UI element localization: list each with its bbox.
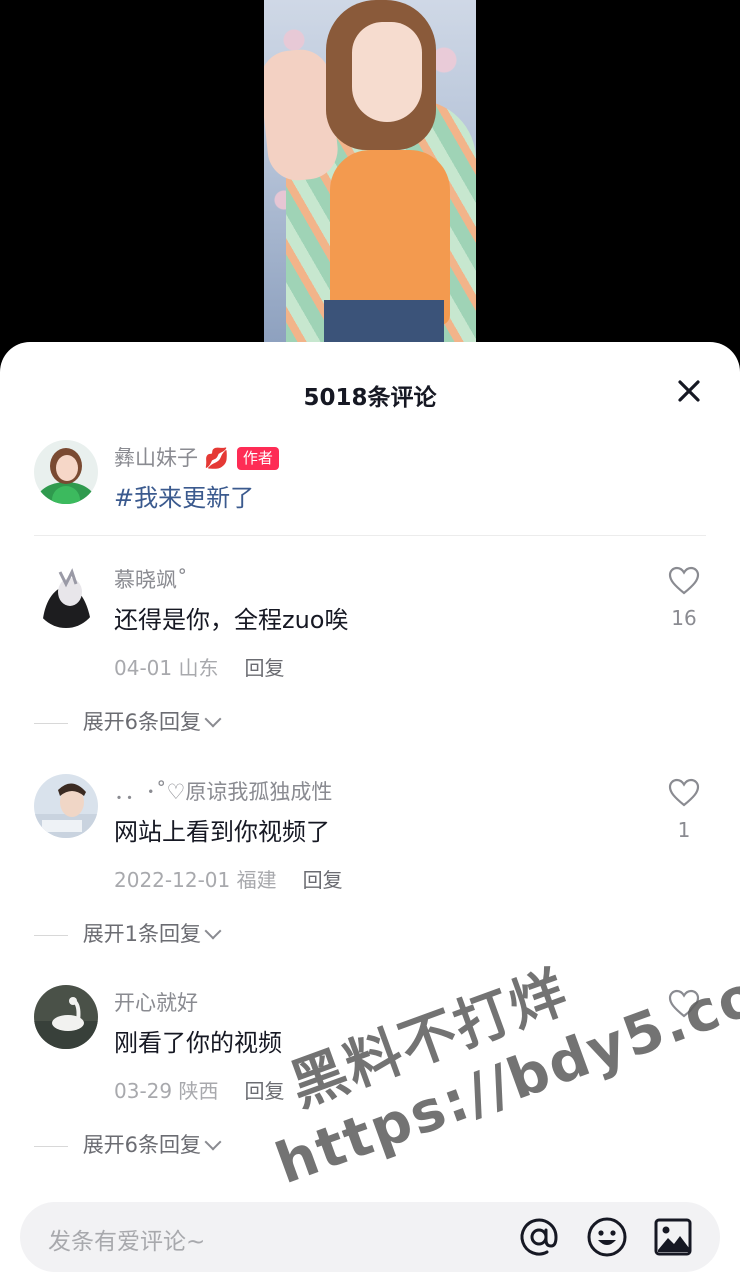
chevron-down-icon [204, 1133, 222, 1151]
like-count: 1 [677, 818, 691, 842]
heart-icon [668, 566, 700, 595]
comment-text[interactable]: 刚看了你的视频 [114, 1023, 282, 1058]
heart-icon [668, 989, 700, 1018]
video-frame [264, 0, 476, 342]
author-comment-text[interactable]: #我来更新了 [114, 478, 254, 513]
expand-replies-button[interactable]: 展开6条回复 [34, 706, 222, 736]
comment-item: 开心就好 刚看了你的视频 03-29 陕西 回复 展开6条回复 [34, 985, 706, 1175]
comment-text[interactable]: 网站上看到你视频了 [114, 812, 330, 847]
lips-icon: 💋 [204, 446, 229, 470]
expand-replies-button[interactable]: 展开1条回复 [34, 918, 222, 948]
chevron-down-icon [204, 710, 222, 728]
image-icon[interactable] [652, 1216, 694, 1258]
avatar[interactable] [34, 564, 98, 628]
reply-button[interactable]: 回复 [244, 656, 284, 680]
comment-meta: 03-29 陕西 回复 [114, 1075, 284, 1104]
at-icon[interactable] [518, 1216, 560, 1258]
comment-input-bar[interactable]: 发条有爱评论~ [20, 1202, 720, 1272]
close-icon[interactable] [674, 376, 704, 406]
comment-input[interactable]: 发条有爱评论~ [48, 1222, 205, 1256]
comment-count-title: 5018条评论 [303, 385, 437, 411]
avatar[interactable] [34, 774, 98, 838]
comment-username[interactable]: ．．･˚♡原谅我孤独成性 [114, 776, 332, 806]
comment-item: 慕晓飒˚ 还得是你，全程zuo唉 04-01 山东 回复 展开6条回复 16 [34, 562, 706, 752]
expand-replies-button[interactable]: 展开6条回复 [34, 1129, 222, 1159]
like-button[interactable] [662, 989, 706, 1029]
comment-text[interactable]: 还得是你，全程zuo唉 [114, 600, 349, 635]
comment-date-location: 03-29 陕西 [114, 1079, 219, 1103]
author-badge: 作者 [236, 447, 279, 470]
emoji-icon[interactable] [586, 1216, 628, 1258]
heart-icon [668, 778, 700, 807]
avatar[interactable] [34, 440, 98, 504]
chevron-down-icon [204, 922, 222, 940]
comment-sheet: 5018条评论 彝山妹子 💋 作者 #我来更新了 慕晓飒˚ 还得是你，全程zuo… [0, 342, 740, 1280]
author-comment: 彝山妹子 💋 作者 #我来更新了 [34, 440, 706, 536]
reply-button[interactable]: 回复 [244, 1079, 284, 1103]
comment-meta: 2022-12-01 福建 回复 [114, 864, 343, 893]
comment-item: ．．･˚♡原谅我孤独成性 网站上看到你视频了 2022-12-01 福建 回复 展… [34, 774, 706, 964]
comment-meta: 04-01 山东 回复 [114, 652, 284, 681]
comment-username[interactable]: 开心就好 [114, 987, 198, 1017]
video-player[interactable] [0, 0, 740, 360]
comment-date-location: 2022-12-01 福建 [114, 868, 277, 892]
like-count: 16 [671, 606, 697, 630]
like-button[interactable]: 1 [662, 778, 706, 842]
comment-date-location: 04-01 山东 [114, 656, 219, 680]
author-username[interactable]: 彝山妹子 💋 作者 [114, 442, 279, 472]
avatar[interactable] [34, 985, 98, 1049]
reply-button[interactable]: 回复 [303, 868, 343, 892]
like-button[interactable]: 16 [662, 566, 706, 630]
comment-username[interactable]: 慕晓飒˚ [114, 564, 188, 594]
